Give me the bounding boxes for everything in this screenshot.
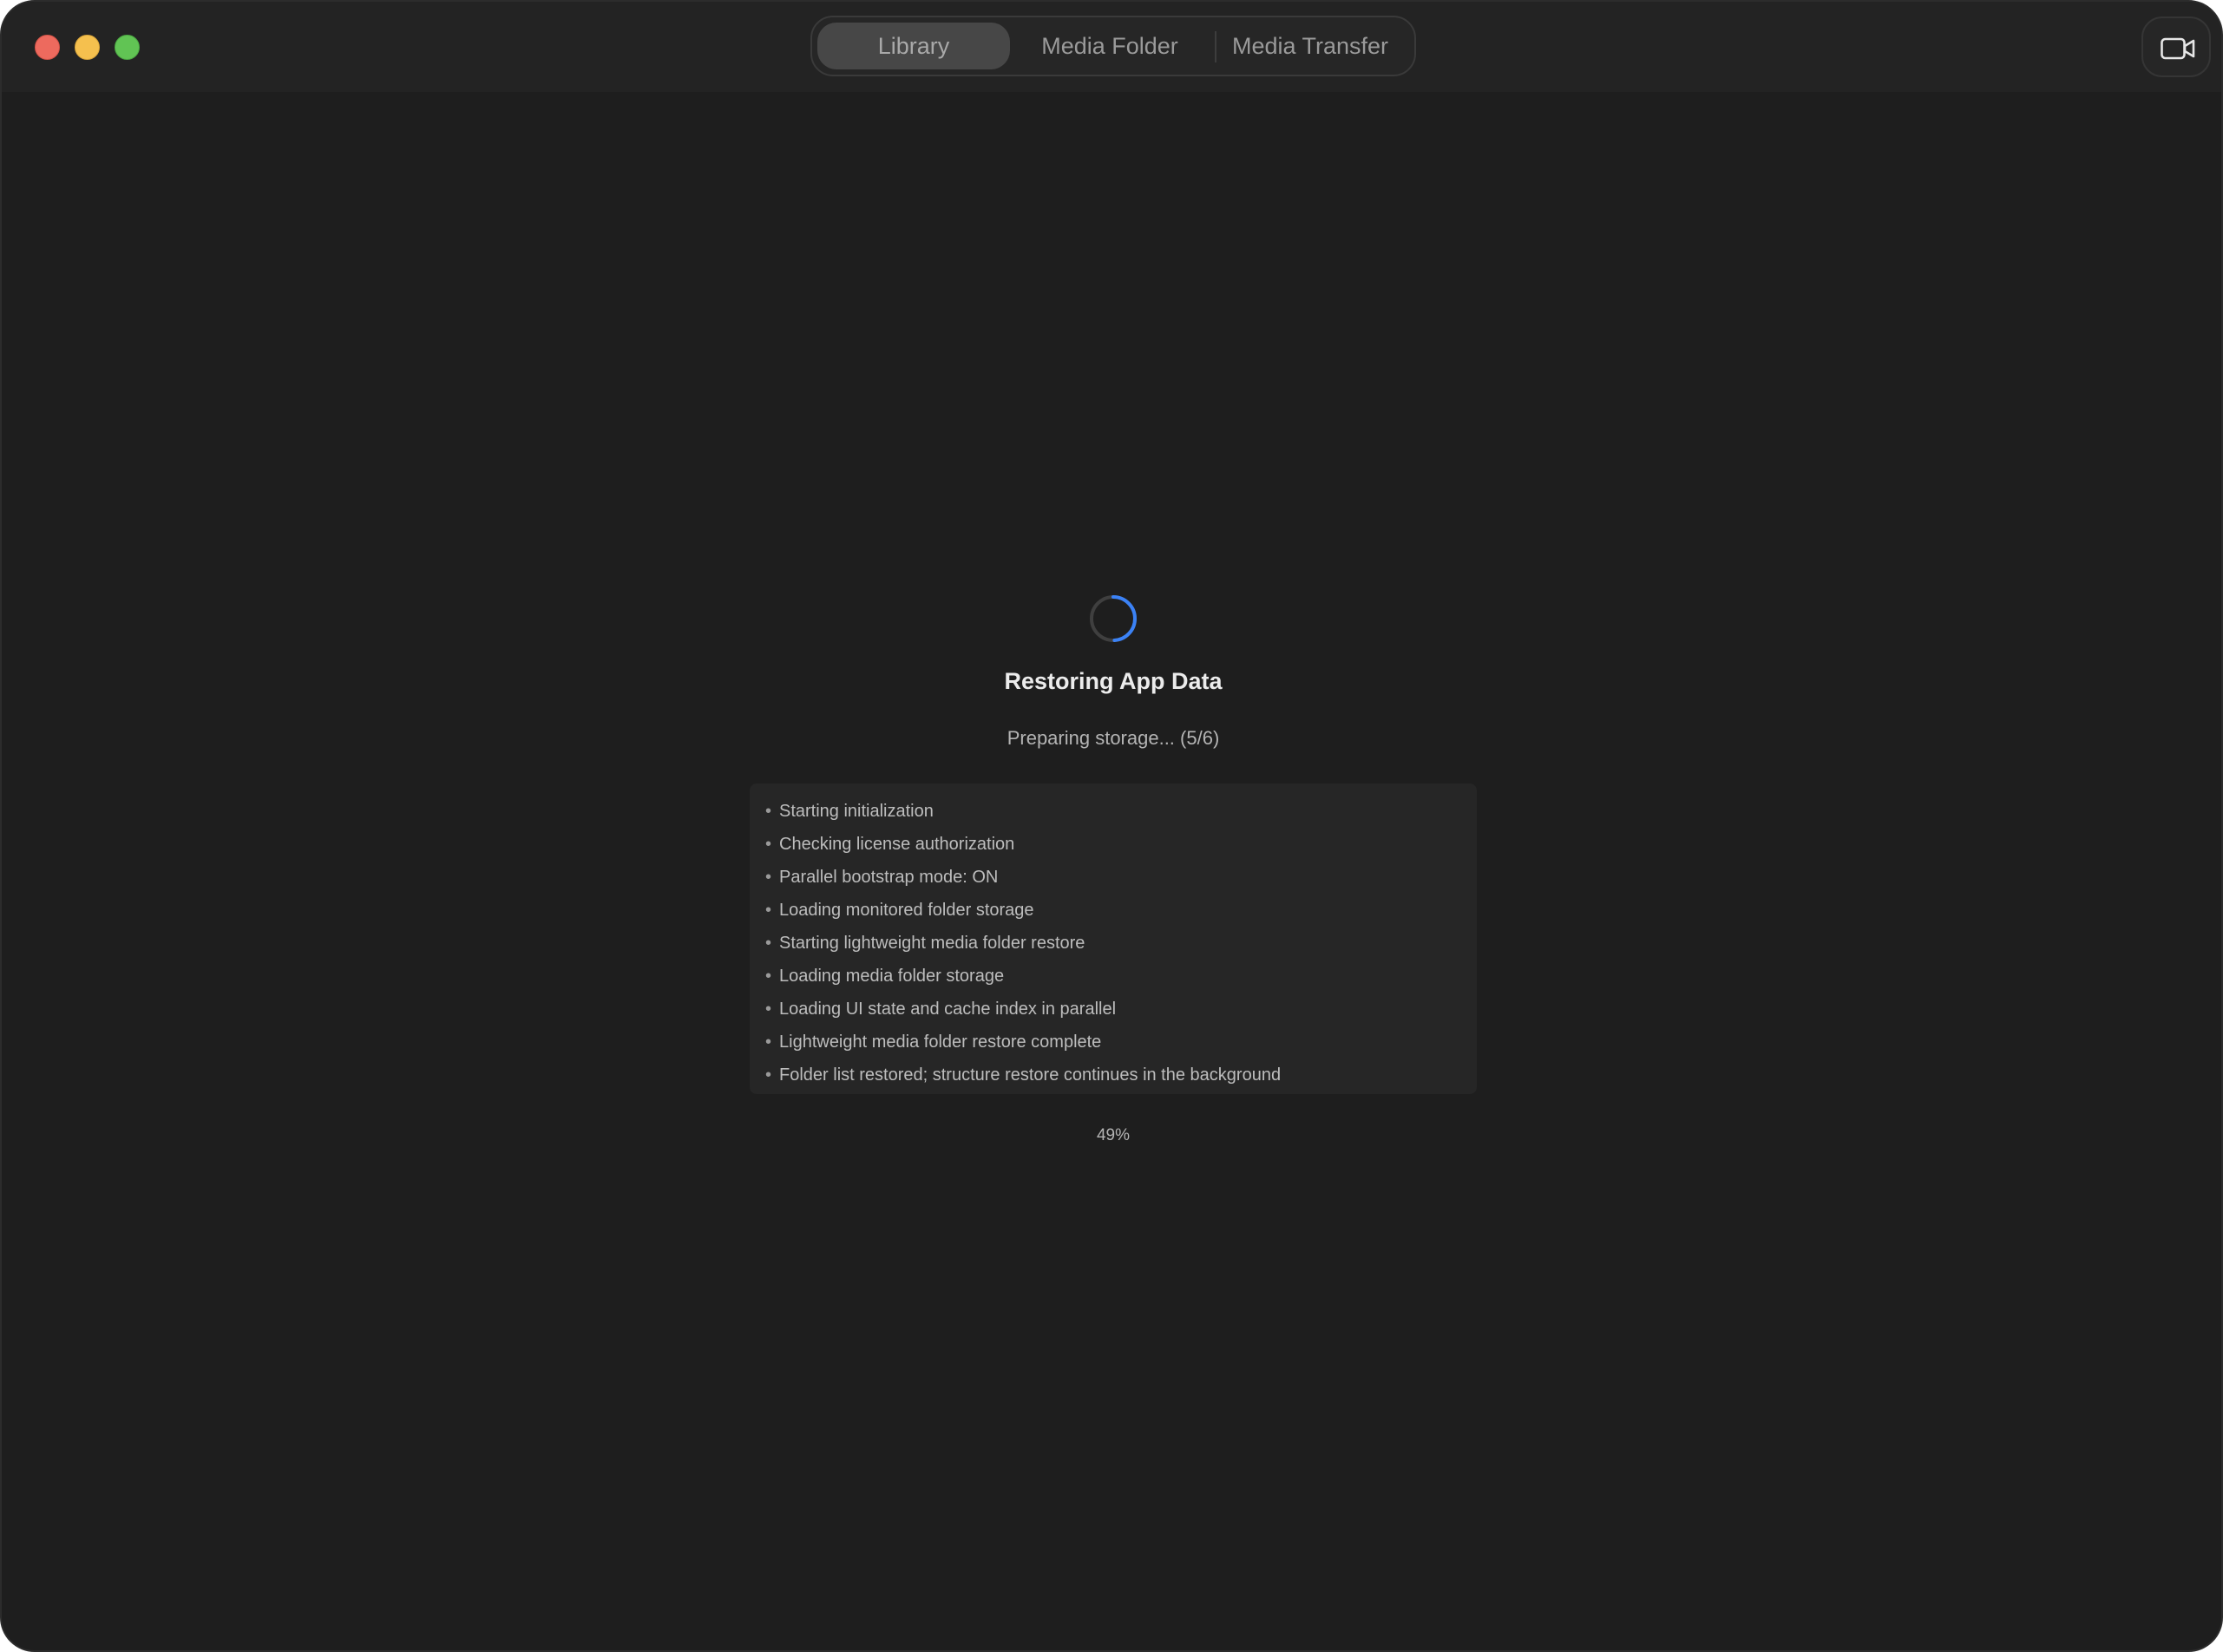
log-item: • Loading media folder storage	[765, 967, 1005, 986]
tab-library[interactable]: Library	[817, 23, 1010, 69]
tab-media-transfer[interactable]: Media Transfer	[1211, 23, 1409, 69]
app-window: Library Media Folder Media Transfer Rest…	[0, 0, 2223, 1652]
progress-percent: 49%	[1096, 1126, 1131, 1144]
loading-spinner-icon	[1090, 595, 1137, 642]
loading-status: Preparing storage... (5/6)	[1007, 727, 1220, 749]
video-camera-icon	[2161, 37, 2195, 60]
main-content: Restoring App Data Preparing storage... …	[2, 92, 2221, 1650]
loading-log: • Starting initialization • Checking licen…	[750, 783, 1477, 1094]
zoom-window-button[interactable]	[115, 35, 140, 60]
tab-media-folder[interactable]: Media Folder	[1012, 23, 1208, 69]
title-bar: Library Media Folder Media Transfer	[2, 2, 2221, 92]
log-item: • Starting initialization	[765, 802, 934, 821]
minimize-window-button[interactable]	[75, 35, 100, 60]
log-item: • Lightweight media folder restore comple…	[765, 1032, 1102, 1052]
log-item: • Folder list restored; structure restore…	[765, 1065, 1282, 1085]
view-switcher: Library Media Folder Media Transfer	[810, 16, 1416, 76]
video-camera-button[interactable]	[2141, 16, 2211, 77]
log-item: • Parallel bootstrap mode: ON	[765, 868, 999, 887]
log-item: • Checking license authorization	[765, 835, 1015, 854]
loading-title: Restoring App Data	[1004, 668, 1223, 694]
log-item: • Starting lightweight media folder resto…	[765, 934, 1085, 953]
close-window-button[interactable]	[35, 35, 60, 60]
log-item: • Loading monitored folder storage	[765, 901, 1034, 920]
log-item: • Loading UI state and cache index in par…	[765, 1000, 1117, 1019]
